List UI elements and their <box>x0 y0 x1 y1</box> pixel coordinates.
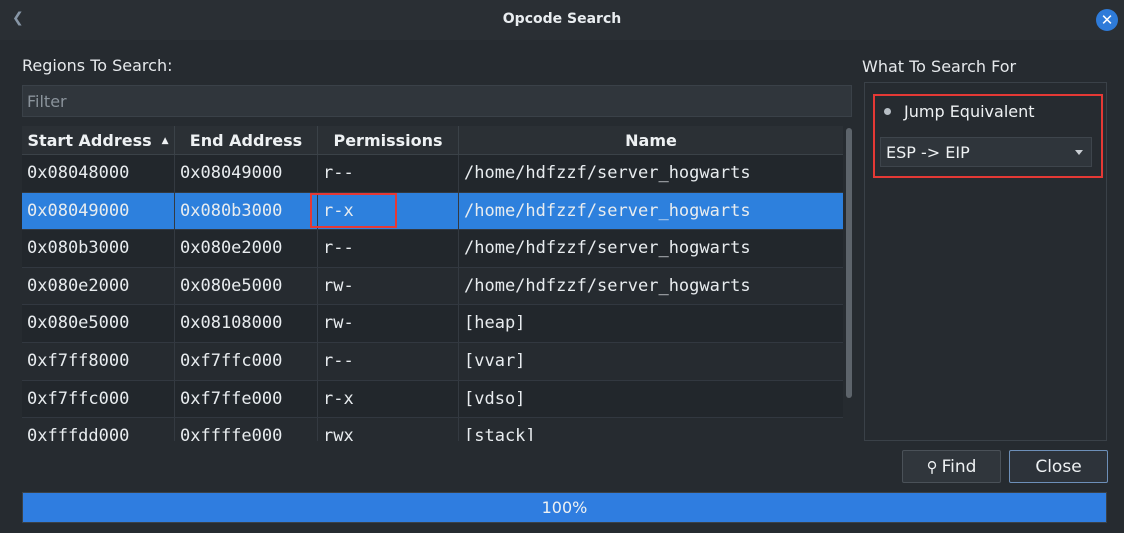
table-scrollbar[interactable] <box>846 128 852 398</box>
cell-end-address: 0x080e5000 <box>175 267 318 305</box>
sort-ascending-icon: ▲ <box>161 136 169 146</box>
title-bar: ❮ Opcode Search ✕ <box>0 0 1124 40</box>
cell-permissions: r-- <box>318 155 459 192</box>
filter-input[interactable] <box>23 86 851 116</box>
cell-permissions: r-- <box>318 230 459 267</box>
cell-start-address: 0x08048000 <box>22 155 175 192</box>
window-title: Opcode Search <box>502 11 622 27</box>
cell-start-address: 0xfffdd000 <box>22 418 175 441</box>
table-row[interactable]: 0x080e2000 0x080e5000 rw-/home/hdfzzf/serv… <box>22 267 843 306</box>
cell-end-address: 0xf7ffc000 <box>175 342 318 380</box>
table-body: 0x08048000 0x08049000 r--/home/hdfzzf/serv… <box>22 155 843 441</box>
column-header-permissions[interactable]: Permissions <box>318 126 459 154</box>
find-button[interactable]: ⚲ Find <box>902 450 1001 483</box>
search-option-highlight-box <box>873 94 1103 178</box>
cell-end-address: 0x08049000 <box>175 155 318 192</box>
column-header-end-address[interactable]: End Address <box>175 126 318 154</box>
cell-name: [stack] <box>464 426 536 441</box>
find-label: Find <box>941 456 977 477</box>
cell-start-address: 0xf7ff8000 <box>22 342 175 380</box>
table-row[interactable]: 0xf7ff8000 0xf7ffc000 r-- [vvar] <box>22 342 843 381</box>
cell-start-address: 0x08049000 <box>22 192 175 230</box>
progress-bar: 100% <box>22 492 1107 523</box>
cell-end-address: 0x080b3000 <box>175 192 318 230</box>
cell-start-address: 0x080b3000 <box>22 230 175 267</box>
filter-field[interactable] <box>22 85 852 117</box>
close-button[interactable]: Close <box>1009 450 1108 483</box>
cell-name: [vdso] <box>464 388 526 409</box>
regions-table: Start Address ▲ End Address Permissions N… <box>22 126 843 441</box>
table-row[interactable]: 0x080e5000 0x08108000 rw- [heap] <box>22 305 843 343</box>
cell-start-address: 0xf7ffc000 <box>22 380 175 418</box>
cell-end-address: 0x080e2000 <box>175 230 318 267</box>
column-header-start-address[interactable]: Start Address ▲ <box>22 126 175 154</box>
cell-start-address: 0x080e5000 <box>22 305 175 342</box>
permission-highlight-box <box>310 193 397 228</box>
table-row[interactable]: 0x08049000 0x080b3000 r-x/home/hdfzzf/serv… <box>22 192 843 231</box>
cell-end-address: 0x08108000 <box>175 305 318 342</box>
table-row[interactable]: 0xf7ffc000 0xf7ffe000 r-x [vdso] <box>22 380 843 419</box>
column-header-name[interactable]: Name <box>459 126 843 154</box>
regions-label: Regions To Search: <box>22 56 173 75</box>
cell-name: [heap] <box>464 313 526 334</box>
cell-name: /home/hdfzzf/server_hogwarts <box>464 200 751 221</box>
cell-name: /home/hdfzzf/server_hogwarts <box>464 238 751 259</box>
cell-permissions: r-x <box>318 380 459 418</box>
cell-name: /home/hdfzzf/server_hogwarts <box>464 275 751 296</box>
cell-start-address: 0x080e2000 <box>22 267 175 305</box>
cell-permissions: rw- <box>318 305 459 342</box>
cell-permissions: rw- <box>318 267 459 305</box>
table-row[interactable]: 0x08048000 0x08049000 r--/home/hdfzzf/serv… <box>22 155 843 193</box>
table-row[interactable]: 0xfffdd000 0xffffe000 rwx [stack] <box>22 418 843 441</box>
cell-name: /home/hdfzzf/server_hogwarts <box>464 163 751 183</box>
cell-name: [vvar] <box>464 350 526 371</box>
progress-label: 100% <box>541 498 588 517</box>
table-row[interactable]: 0x080b3000 0x080e2000 r--/home/hdfzzf/serv… <box>22 230 843 268</box>
search-icon: ⚲ <box>926 457 938 476</box>
cell-end-address: 0xf7ffe000 <box>175 380 318 418</box>
table-header: Start Address ▲ End Address Permissions N… <box>22 126 843 155</box>
cell-permissions: rwx <box>318 418 459 441</box>
cell-end-address: 0xffffe000 <box>175 418 318 441</box>
column-header-label: Start Address <box>27 131 152 150</box>
close-icon[interactable]: ✕ <box>1096 9 1118 31</box>
search-for-label: What To Search For <box>862 57 1017 76</box>
cell-permissions: r-- <box>318 342 459 380</box>
